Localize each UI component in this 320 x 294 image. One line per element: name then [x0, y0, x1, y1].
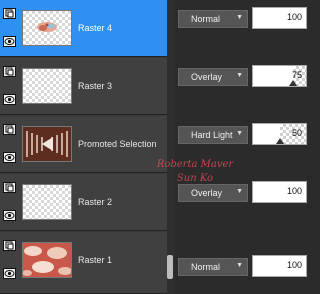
opacity-value: 75 [291, 70, 302, 80]
eye-icon[interactable] [3, 152, 16, 163]
opacity-value: 50 [291, 128, 302, 138]
layer-type-icon[interactable] [3, 182, 16, 193]
opacity-handle[interactable] [289, 80, 297, 86]
eye-icon[interactable] [3, 94, 16, 105]
transparent-thumbnail [22, 68, 72, 104]
chevron-down-icon: ▼ [236, 188, 243, 195]
layer-row-raster-1[interactable]: Raster 1 [0, 232, 167, 294]
splitter-grip-handle[interactable] [167, 255, 173, 279]
layer-type-icon[interactable] [3, 8, 16, 19]
layer-props-raster-1: Normal ▼ 100 [175, 232, 309, 294]
layer-icons [0, 232, 20, 293]
layer-type-icon[interactable] [3, 124, 16, 135]
layer-icons [0, 58, 20, 114]
blend-mode-label: Overlay [191, 188, 223, 198]
layer-name: Raster 3 [78, 81, 113, 91]
eye-icon[interactable] [3, 268, 16, 279]
layer-list: Raster 4 Raster 3 Promoted Selection Ras… [0, 0, 167, 294]
blend-mode-dropdown[interactable]: Hard Light ▼ [178, 126, 248, 144]
layer-name: Promoted Selection [78, 139, 157, 149]
chevron-down-icon: ▼ [236, 130, 243, 137]
blend-mode-label: Hard Light [191, 130, 233, 140]
watermark-line-2: Sun Ko [176, 173, 214, 184]
blend-mode-dropdown[interactable]: Overlay ▼ [178, 68, 248, 86]
layer-props-raster-4: Normal ▼ 100 [175, 0, 309, 57]
layer-name: Raster 1 [78, 255, 113, 265]
opacity-slider[interactable]: 75 [252, 65, 307, 87]
blend-mode-dropdown[interactable]: Normal ▼ [178, 10, 248, 28]
opacity-value: 100 [286, 260, 302, 270]
layer-props-raster-3: Overlay ▼ 75 [175, 58, 309, 115]
opacity-fill [253, 66, 293, 86]
opacity-value: 100 [286, 12, 302, 22]
opacity-slider[interactable]: 100 [252, 181, 307, 203]
brown-pattern-thumbnail [22, 126, 72, 162]
chevron-down-icon: ▼ [236, 14, 243, 21]
panel-splitter[interactable] [167, 0, 175, 294]
blend-mode-dropdown[interactable]: Normal ▼ [178, 258, 248, 276]
opacity-slider[interactable]: 100 [252, 255, 307, 277]
transparent-thumbnail [22, 184, 72, 220]
opacity-value: 100 [286, 186, 302, 196]
layer-row-raster-2[interactable]: Raster 2 [0, 174, 167, 231]
eye-icon[interactable] [3, 210, 16, 221]
blend-mode-label: Normal [191, 14, 221, 24]
chevron-down-icon: ▼ [236, 72, 243, 79]
opacity-handle[interactable] [276, 138, 284, 144]
layer-row-promoted-selection[interactable]: Promoted Selection [0, 116, 167, 173]
eye-icon[interactable] [3, 36, 16, 47]
chevron-down-icon: ▼ [236, 262, 243, 269]
watermark-line-1: Roberta Maver [156, 159, 234, 170]
watermark: Roberta Maver Sun Ko [150, 158, 240, 186]
opacity-slider[interactable]: 100 [252, 7, 307, 29]
layer-icons [0, 116, 20, 172]
blend-mode-dropdown[interactable]: Overlay ▼ [178, 184, 248, 202]
layer-icons [0, 0, 20, 56]
layer-name: Raster 2 [78, 197, 113, 207]
layer-row-raster-3[interactable]: Raster 3 [0, 58, 167, 115]
red-pattern-thumbnail [22, 242, 72, 278]
layers-panel: Raster 4 Raster 3 Promoted Selection Ras… [0, 0, 309, 294]
opacity-slider[interactable]: 50 [252, 123, 307, 145]
decoration-thumbnail [22, 10, 72, 46]
blend-mode-label: Overlay [191, 72, 223, 82]
blend-mode-label: Normal [191, 262, 221, 272]
layer-icons [0, 174, 20, 230]
layer-type-icon[interactable] [3, 66, 16, 77]
layer-name: Raster 4 [78, 23, 113, 33]
layer-type-icon[interactable] [3, 240, 16, 251]
layer-row-raster-4[interactable]: Raster 4 [0, 0, 167, 57]
